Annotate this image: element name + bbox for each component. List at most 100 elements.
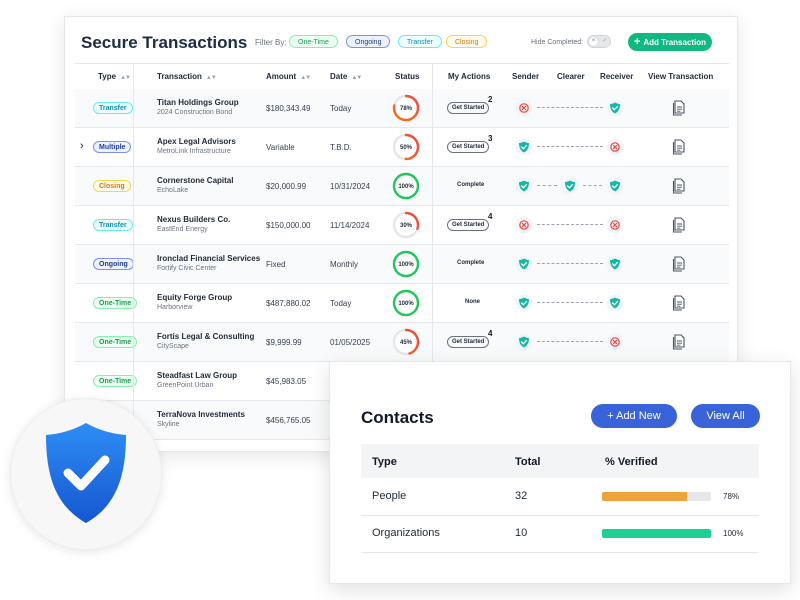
shield-check-icon[interactable] <box>515 294 533 312</box>
view-all-button[interactable]: View All <box>691 404 760 428</box>
transaction-subtitle: CityScape <box>157 343 189 350</box>
shield-check-icon[interactable] <box>515 138 533 156</box>
document-icon[interactable] <box>672 139 686 155</box>
table-row[interactable]: Ongoing Ironclad Financial Services Fortif… <box>75 245 729 284</box>
status-progress-ring: 100% <box>392 250 420 278</box>
x-circle-icon[interactable] <box>515 99 533 117</box>
action-count: 4 <box>488 212 493 221</box>
document-icon[interactable] <box>672 256 686 272</box>
transaction-name[interactable]: Cornerstone Capital <box>157 176 233 185</box>
connector-line <box>537 107 603 108</box>
date: 01/05/2025 <box>330 338 371 347</box>
security-badge <box>10 398 162 550</box>
transaction-name[interactable]: Titan Holdings Group <box>157 98 239 107</box>
transaction-name[interactable]: Apex Legal Advisors <box>157 137 236 146</box>
table-row[interactable]: People 32 78% <box>361 478 759 516</box>
transaction-name[interactable]: Fortis Legal & Consulting <box>157 332 254 341</box>
amount: $45,983.05 <box>266 377 307 386</box>
filter-chip-one-time[interactable]: One-Time <box>289 35 338 48</box>
column-divider <box>133 63 134 451</box>
filter-chip-transfer[interactable]: Transfer <box>398 35 442 48</box>
shield-check-icon <box>46 423 126 523</box>
column-header-amount[interactable]: Amount ▲▼ <box>266 72 311 81</box>
column-header-type[interactable]: Type ▲▼ <box>98 72 131 81</box>
sort-icon[interactable]: ▲▼ <box>120 75 131 81</box>
sort-icon[interactable]: ▲▼ <box>300 75 311 81</box>
document-icon[interactable] <box>672 217 686 233</box>
amount: Variable <box>266 143 295 152</box>
get-started-button[interactable]: Get Started <box>447 219 490 231</box>
shield-check-icon[interactable] <box>515 177 533 195</box>
column-header-type: Type <box>372 456 397 468</box>
document-icon[interactable] <box>672 334 686 350</box>
transaction-name[interactable]: Equity Forge Group <box>157 293 232 302</box>
add-new-button[interactable]: + Add New <box>591 404 677 428</box>
transaction-name[interactable]: Steadfast Law Group <box>157 371 237 380</box>
sort-icon[interactable]: ▲▼ <box>351 75 362 81</box>
table-row[interactable]: Closing Cornerstone Capital EchoLake $20,00… <box>75 167 729 206</box>
action-count: 4 <box>488 329 493 338</box>
x-circle-icon[interactable] <box>606 216 624 234</box>
transaction-name[interactable]: Nexus Builders Co. <box>157 215 230 224</box>
filter-chip-ongoing[interactable]: Ongoing <box>346 35 391 48</box>
verified-percent: 78% <box>723 492 740 501</box>
chevron-right-icon[interactable]: › <box>80 140 84 152</box>
sort-icon[interactable]: ▲▼ <box>206 75 217 81</box>
contact-type: Organizations <box>372 527 440 539</box>
get-started-button[interactable]: Get Started <box>447 336 490 348</box>
transaction-subtitle: GreenPoint Urban <box>157 382 214 389</box>
status-percent: 50% <box>400 145 413 151</box>
shield-check-icon[interactable] <box>515 333 533 351</box>
date: 11/14/2024 <box>330 221 370 230</box>
transaction-subtitle: Harborview <box>157 304 193 311</box>
shield-check-icon[interactable] <box>515 255 533 273</box>
table-row[interactable]: Organizations 10 100% <box>361 515 759 553</box>
connector-line <box>537 224 603 225</box>
amount: $150,000.00 <box>266 221 311 230</box>
date: Today <box>330 104 352 113</box>
status-percent: 78% <box>400 106 413 112</box>
column-header-receiver: Receiver <box>600 72 634 81</box>
add-transaction-button[interactable]: + Add Transaction <box>628 33 712 51</box>
document-icon[interactable] <box>672 178 686 194</box>
add-transaction-label: Add Transaction <box>643 38 707 47</box>
table-row[interactable]: One-Time Fortis Legal & Consulting CitySca… <box>75 323 729 362</box>
column-header-date[interactable]: Date ▲▼ <box>330 72 362 81</box>
shield-check-icon[interactable] <box>606 177 624 195</box>
transaction-subtitle: MetroLink Infrastructure <box>157 148 231 155</box>
table-row[interactable]: Transfer Nexus Builders Co. EastEnd Energy… <box>75 206 729 245</box>
filter-label: Filter By: <box>255 38 287 47</box>
filter-chip-closing[interactable]: Closing <box>446 35 488 48</box>
shield-check-icon[interactable] <box>606 255 624 273</box>
table-row[interactable]: Transfer Titan Holdings Group 2024 Constru… <box>75 89 729 128</box>
shield-check-icon[interactable] <box>606 99 624 117</box>
x-circle-icon[interactable] <box>515 216 533 234</box>
connector-line <box>537 263 603 264</box>
shield-check-icon[interactable] <box>561 177 579 195</box>
type-badge: One-Time <box>93 297 138 309</box>
document-icon[interactable] <box>672 100 686 116</box>
get-started-button[interactable]: Get Started <box>447 102 490 114</box>
amount: Fixed <box>266 260 286 269</box>
get-started-button[interactable]: Get Started <box>447 141 490 153</box>
column-header-my-actions: My Actions <box>448 72 491 81</box>
amount: $456,765.05 <box>266 416 311 425</box>
transaction-name[interactable]: TerraNova Investments <box>157 410 245 419</box>
x-circle-icon[interactable] <box>606 333 624 351</box>
hide-completed-toggle[interactable]: × ✓ <box>587 35 611 48</box>
document-icon[interactable] <box>672 295 686 311</box>
table-row[interactable]: › Multiple Apex Legal Advisors MetroLink In… <box>75 128 729 167</box>
column-label: Transaction <box>157 72 202 81</box>
amount: $9,999.99 <box>266 338 302 347</box>
table-header: Type ▲▼ Transaction ▲▼ Amount ▲▼ Date ▲▼ Sta… <box>75 63 729 90</box>
action-status: Complete <box>457 182 485 188</box>
table-row[interactable]: One-Time Equity Forge Group Harborview $487… <box>75 284 729 323</box>
status-percent: 100% <box>398 301 414 307</box>
transaction-name[interactable]: Ironclad Financial Services <box>157 254 260 263</box>
shield-check-icon[interactable] <box>606 294 624 312</box>
page-title: Secure Transactions <box>81 33 248 52</box>
column-header-verified: % Verified <box>605 456 658 468</box>
x-circle-icon[interactable] <box>606 138 624 156</box>
column-header-transaction[interactable]: Transaction ▲▼ <box>157 72 217 81</box>
check-icon: ✓ <box>601 38 607 44</box>
